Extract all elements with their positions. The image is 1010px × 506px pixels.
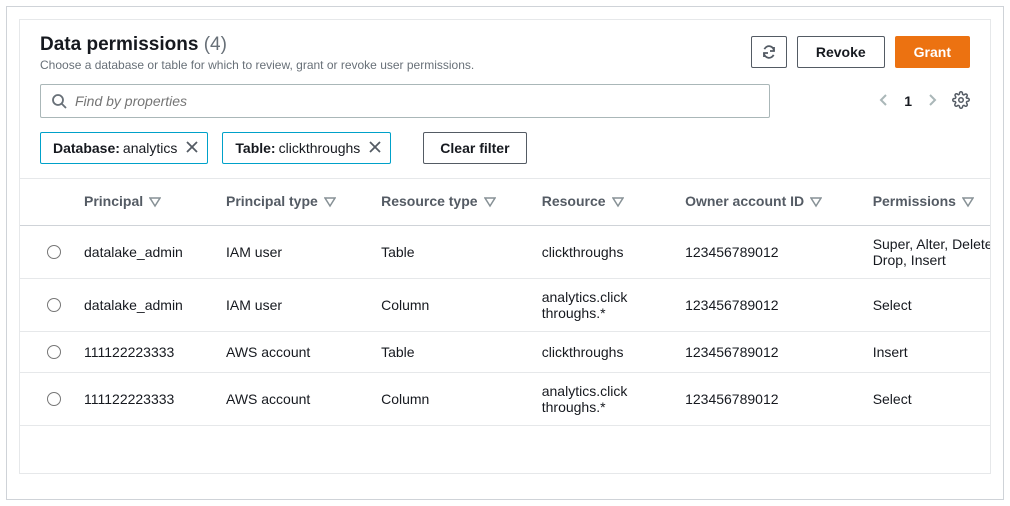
- cell-resource: clickthroughs: [532, 332, 675, 373]
- prev-page[interactable]: [878, 93, 890, 109]
- page-title: Data permissions (4): [40, 34, 751, 56]
- cell-principal-type: IAM user: [216, 279, 371, 332]
- cell-permissions: Super, Alter, Delete, Drop, Insert: [863, 226, 990, 279]
- chip-key: Table:: [235, 140, 275, 156]
- gear-icon: [952, 91, 970, 109]
- table-row[interactable]: 111122223333 AWS account Table clickthro…: [20, 332, 990, 373]
- refresh-button[interactable]: [751, 36, 787, 68]
- cell-resource: analytics.clickthroughs.*: [532, 373, 675, 426]
- filter-icon[interactable]: [810, 195, 822, 211]
- select-column: [20, 179, 74, 226]
- search-icon: [51, 93, 67, 109]
- chip-value: clickthroughs: [279, 140, 361, 156]
- filter-chip-table[interactable]: Table: clickthroughs: [222, 132, 391, 164]
- filter-icon[interactable]: [149, 195, 161, 211]
- chip-value: analytics: [123, 140, 177, 156]
- revoke-button[interactable]: Revoke: [797, 36, 885, 68]
- row-select-radio[interactable]: [47, 392, 61, 406]
- col-principal[interactable]: Principal: [74, 179, 216, 226]
- filter-chip-database[interactable]: Database: analytics: [40, 132, 208, 164]
- row-select-radio[interactable]: [47, 245, 61, 259]
- cell-principal-type: IAM user: [216, 226, 371, 279]
- cell-permissions: Insert: [863, 332, 990, 373]
- cell-principal: 111122223333: [74, 332, 216, 373]
- cell-owner: 123456789012: [675, 373, 863, 426]
- cell-principal: datalake_admin: [74, 279, 216, 332]
- page-title-count: (4): [204, 34, 227, 55]
- permissions-table: Principal Principal type Resource type R…: [20, 179, 990, 426]
- col-principal-type[interactable]: Principal type: [216, 179, 371, 226]
- chip-key: Database:: [53, 140, 120, 156]
- chip-remove[interactable]: [368, 140, 382, 157]
- col-permissions[interactable]: Permissions: [863, 179, 990, 226]
- next-page[interactable]: [926, 93, 938, 109]
- cell-principal-type: AWS account: [216, 373, 371, 426]
- col-owner[interactable]: Owner account ID: [675, 179, 863, 226]
- close-icon: [368, 140, 382, 154]
- cell-owner: 123456789012: [675, 332, 863, 373]
- chevron-left-icon: [878, 94, 890, 106]
- filter-icon[interactable]: [484, 195, 496, 211]
- clear-filter-button[interactable]: Clear filter: [423, 132, 526, 164]
- cell-resource-type: Table: [371, 332, 532, 373]
- row-select-radio[interactable]: [47, 298, 61, 312]
- cell-resource: analytics.clickthroughs.*: [532, 279, 675, 332]
- filter-icon[interactable]: [612, 195, 624, 211]
- table-row[interactable]: datalake_admin IAM user Column analytics…: [20, 279, 990, 332]
- filter-icon[interactable]: [324, 195, 336, 211]
- table-row[interactable]: 111122223333 AWS account Column analytic…: [20, 373, 990, 426]
- cell-resource: clickthroughs: [532, 226, 675, 279]
- cell-resource-type: Table: [371, 226, 532, 279]
- settings-button[interactable]: [952, 91, 970, 112]
- table-row[interactable]: datalake_admin IAM user Table clickthrou…: [20, 226, 990, 279]
- col-resource[interactable]: Resource: [532, 179, 675, 226]
- chevron-right-icon: [926, 94, 938, 106]
- cell-principal-type: AWS account: [216, 332, 371, 373]
- col-resource-type[interactable]: Resource type: [371, 179, 532, 226]
- row-select-radio[interactable]: [47, 345, 61, 359]
- cell-resource-type: Column: [371, 279, 532, 332]
- cell-permissions: Select: [863, 373, 990, 426]
- page-title-text: Data permissions: [40, 34, 198, 55]
- page-number: 1: [904, 93, 912, 109]
- search-box[interactable]: [40, 84, 770, 118]
- cell-principal: datalake_admin: [74, 226, 216, 279]
- search-input[interactable]: [67, 92, 759, 110]
- chip-remove[interactable]: [185, 140, 199, 157]
- cell-permissions: Select: [863, 279, 990, 332]
- filter-icon[interactable]: [962, 195, 974, 211]
- cell-owner: 123456789012: [675, 226, 863, 279]
- pager: 1: [878, 91, 970, 112]
- cell-principal: 111122223333: [74, 373, 216, 426]
- cell-resource-type: Column: [371, 373, 532, 426]
- page-subtitle: Choose a database or table for which to …: [40, 58, 751, 72]
- cell-owner: 123456789012: [675, 279, 863, 332]
- refresh-icon: [761, 44, 777, 60]
- grant-button[interactable]: Grant: [895, 36, 970, 68]
- close-icon: [185, 140, 199, 154]
